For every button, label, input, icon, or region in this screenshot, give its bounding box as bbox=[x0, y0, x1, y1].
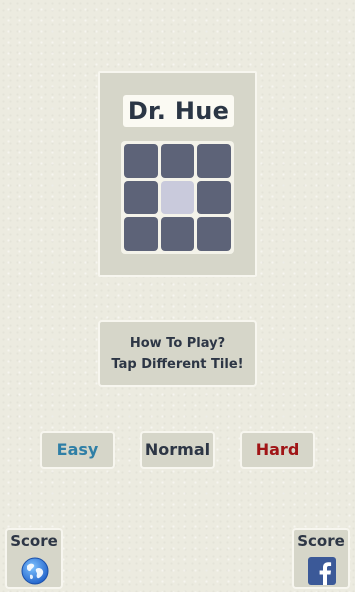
game-title: Dr. Hue bbox=[123, 95, 234, 127]
globe-icon bbox=[21, 557, 49, 585]
facebook-score-button[interactable]: Score bbox=[292, 528, 350, 589]
logo-tile bbox=[124, 144, 158, 178]
logo-tile-grid bbox=[121, 141, 234, 254]
logo-tile bbox=[160, 144, 195, 178]
how-to-play-panel: How To Play? Tap Different Tile! bbox=[98, 320, 257, 387]
easy-button[interactable]: Easy bbox=[40, 431, 115, 469]
global-score-label: Score bbox=[10, 532, 58, 550]
logo-tile bbox=[124, 217, 158, 251]
facebook-icon bbox=[308, 557, 336, 585]
logo-tile bbox=[160, 217, 195, 251]
logo-tile bbox=[197, 144, 231, 178]
logo-tile-odd bbox=[160, 180, 195, 215]
normal-button[interactable]: Normal bbox=[140, 431, 215, 469]
logo-card: Dr. Hue bbox=[98, 71, 257, 277]
logo-tile bbox=[124, 180, 158, 215]
global-score-button[interactable]: Score bbox=[5, 528, 63, 589]
how-to-play-heading: How To Play? bbox=[129, 335, 226, 351]
how-to-play-text: Tap Different Tile! bbox=[111, 356, 244, 372]
logo-tile bbox=[197, 217, 231, 251]
facebook-score-label: Score bbox=[297, 532, 345, 550]
hard-button[interactable]: Hard bbox=[240, 431, 315, 469]
logo-tile bbox=[197, 180, 231, 215]
